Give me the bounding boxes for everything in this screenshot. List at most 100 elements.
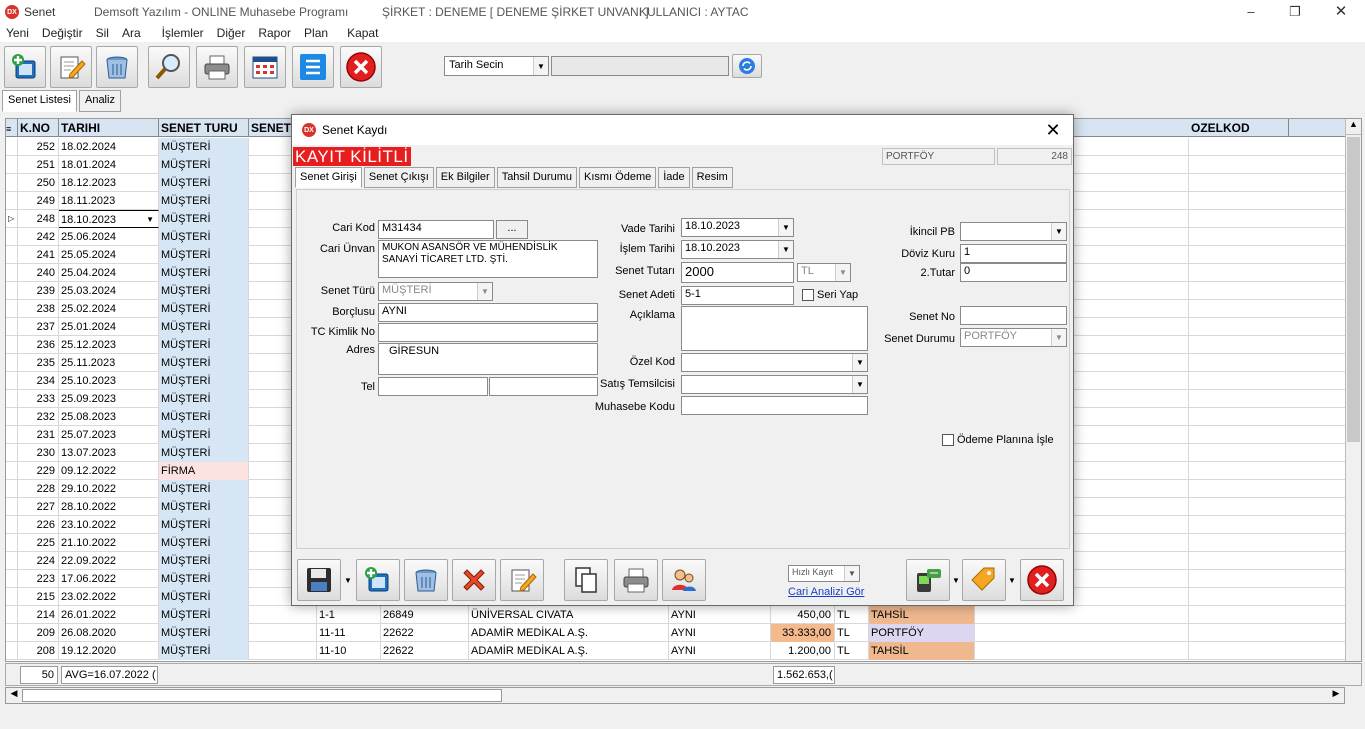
hizli-kayit-select[interactable]: Hızlı Kayıt ▼ xyxy=(788,565,860,582)
vertical-scrollbar[interactable]: ▲ xyxy=(1345,119,1361,661)
tutar-input[interactable]: 2000 xyxy=(681,262,794,283)
minimize-button[interactable]: – xyxy=(1228,2,1274,22)
tc-kimlik-input[interactable] xyxy=(378,323,598,342)
tab-kismi-odeme[interactable]: Kısmı Ödeme xyxy=(579,167,657,188)
delete-button[interactable] xyxy=(96,46,138,88)
menu-diger[interactable]: Diğer xyxy=(217,26,246,40)
calendar-button[interactable] xyxy=(244,46,286,88)
currency-select[interactable]: TL ▼ xyxy=(797,263,851,282)
dialog-new-button[interactable] xyxy=(356,559,400,601)
cari-kod-input[interactable]: M31434 xyxy=(378,220,494,239)
muhasebe-kodu-input[interactable] xyxy=(681,396,868,415)
table-row[interactable]: 214 26.01.2022 MÜŞTERİ 1-1 26849 ÜNİVERSAL CI… xyxy=(6,606,1346,624)
cell-senet-turu: MÜŞTERİ xyxy=(159,318,249,336)
header-ozelkod[interactable]: OZELKOD xyxy=(1189,119,1346,137)
senet-turu-value: MÜŞTERİ xyxy=(382,284,432,296)
search-button[interactable] xyxy=(148,46,190,88)
hscroll-thumb[interactable] xyxy=(22,689,502,702)
adres-input[interactable]: GİRESUN xyxy=(378,343,598,375)
print-button[interactable] xyxy=(196,46,238,88)
ikinci-tutar-input[interactable]: 0 xyxy=(960,263,1067,282)
menu-plan[interactable]: Plan xyxy=(304,26,328,40)
tel1-input[interactable] xyxy=(378,377,488,396)
menu-yeni[interactable]: Yeni xyxy=(6,26,29,40)
scroll-thumb[interactable] xyxy=(1347,137,1360,442)
tag-dropdown-icon[interactable]: ▼ xyxy=(1006,559,1018,601)
dialog-tabs: Senet Girişi Senet Çıkışı Ek Bilgiler Ta… xyxy=(295,167,735,188)
save-button[interactable] xyxy=(297,559,341,601)
scroll-left-icon[interactable]: ◀ xyxy=(7,688,21,703)
tab-senet-girisi[interactable]: Senet Girişi xyxy=(295,167,362,188)
header-tarihi[interactable]: TARIHI xyxy=(59,119,159,137)
new-button[interactable] xyxy=(4,46,46,88)
menu-kapat[interactable]: Kapat xyxy=(347,26,378,40)
tab-iade[interactable]: İade xyxy=(658,167,690,188)
dialog-print-button[interactable] xyxy=(614,559,658,601)
date-range-field[interactable] xyxy=(551,56,729,76)
menu-sil[interactable]: Sil xyxy=(96,26,109,40)
cari-analiz-link[interactable]: Cari Analizi Gör xyxy=(788,586,864,598)
refresh-button[interactable] xyxy=(732,54,762,78)
date-select[interactable]: Tarih Secin ▼ xyxy=(444,56,549,76)
dialog-cancel-edit-button[interactable] xyxy=(452,559,496,601)
cari-unvan-input[interactable]: MUKON ASANSÖR VE MÜHENDİSLİK SANAYİ TİCA… xyxy=(378,240,598,278)
table-row[interactable]: 209 26.08.2020 MÜŞTERİ 11-11 22622 ADAMİR MED… xyxy=(6,624,1346,642)
dialog-exit-button[interactable] xyxy=(1020,559,1064,601)
header-kno[interactable]: K.NO xyxy=(18,119,59,137)
cell-kno: 237 xyxy=(18,318,59,336)
dialog-delete-button[interactable] xyxy=(404,559,448,601)
tab-senet-cikisi[interactable]: Senet Çıkışı xyxy=(363,167,434,188)
scroll-right-icon[interactable]: ▶ xyxy=(1329,688,1343,703)
tag-button[interactable] xyxy=(962,559,1006,601)
tab-senet-listesi[interactable]: Senet Listesi xyxy=(2,90,77,112)
cell-senet-turu: MÜŞTERİ xyxy=(159,642,249,660)
tab-tahsil-durumu[interactable]: Tahsil Durumu xyxy=(496,167,577,188)
sms-button[interactable] xyxy=(906,559,950,601)
close-button[interactable] xyxy=(340,46,382,88)
list-button[interactable] xyxy=(292,46,334,88)
tel2-input[interactable] xyxy=(489,377,598,396)
ozel-kod-select[interactable]: ▼ xyxy=(681,353,868,372)
save-dropdown-icon[interactable]: ▼ xyxy=(342,559,354,601)
satis-temsilcisi-select[interactable]: ▼ xyxy=(681,375,868,394)
header-senet-turu[interactable]: SENET TURU xyxy=(159,119,249,137)
restore-button[interactable]: ❐ xyxy=(1272,2,1318,22)
cari-browse-button[interactable]: ... xyxy=(496,220,528,239)
users-button[interactable] xyxy=(662,559,706,601)
senet-durumu-select[interactable]: PORTFÖY ▼ xyxy=(960,328,1067,347)
row-selector xyxy=(6,498,18,516)
aciklama-input[interactable] xyxy=(681,306,868,351)
doviz-kuru-input[interactable]: 1 xyxy=(960,244,1067,263)
adet-input[interactable]: 5-1 xyxy=(681,286,794,305)
tab-resim[interactable]: Resim xyxy=(691,167,733,188)
menu-ara[interactable]: Ara xyxy=(122,26,141,40)
vade-tarihi-select[interactable]: 18.10.2023 ▼ xyxy=(681,218,794,237)
dialog-close-icon[interactable]: ✕ xyxy=(1041,120,1065,141)
cell-kno: 248 xyxy=(18,210,59,228)
sms-dropdown-icon[interactable]: ▼ xyxy=(950,559,962,601)
ikincil-pb-select[interactable]: ▼ xyxy=(960,222,1067,241)
copy-button[interactable] xyxy=(564,559,608,601)
scroll-up-icon[interactable]: ▲ xyxy=(1346,119,1361,135)
tab-analiz[interactable]: Analiz xyxy=(78,90,121,112)
senet-turu-select[interactable]: MÜŞTERİ ▼ xyxy=(378,282,493,301)
borclusu-input[interactable]: AYNI xyxy=(378,303,598,322)
islem-tarihi-select[interactable]: 18.10.2023 ▼ xyxy=(681,240,794,259)
senet-no-input[interactable] xyxy=(960,306,1067,325)
seri-yap-checkbox[interactable] xyxy=(802,289,814,301)
menu-degistir[interactable]: Değiştir xyxy=(42,26,83,40)
close-window-button[interactable]: ✕ xyxy=(1318,2,1364,22)
cell-senet-turu: MÜŞTERİ xyxy=(159,516,249,534)
horizontal-scrollbar[interactable]: ◀ ▶ xyxy=(5,687,1345,704)
menu-rapor[interactable]: Rapor xyxy=(258,26,291,40)
row-selector-header: ≡ xyxy=(6,119,18,137)
tab-ek-bilgiler[interactable]: Ek Bilgiler xyxy=(435,167,495,188)
menu-islemler[interactable]: İşlemler xyxy=(162,26,204,40)
date-dropdown-icon[interactable]: ▼ xyxy=(146,211,154,227)
cell-senet-turu: MÜŞTERİ xyxy=(159,246,249,264)
edit-button[interactable] xyxy=(50,46,92,88)
table-row[interactable]: 208 19.12.2020 MÜŞTERİ 11-10 22622 ADAMİR MED… xyxy=(6,642,1346,660)
odeme-plani-checkbox[interactable] xyxy=(942,434,954,446)
tutar-label: Senet Tutarı xyxy=(615,265,675,277)
dialog-edit-button[interactable] xyxy=(500,559,544,601)
